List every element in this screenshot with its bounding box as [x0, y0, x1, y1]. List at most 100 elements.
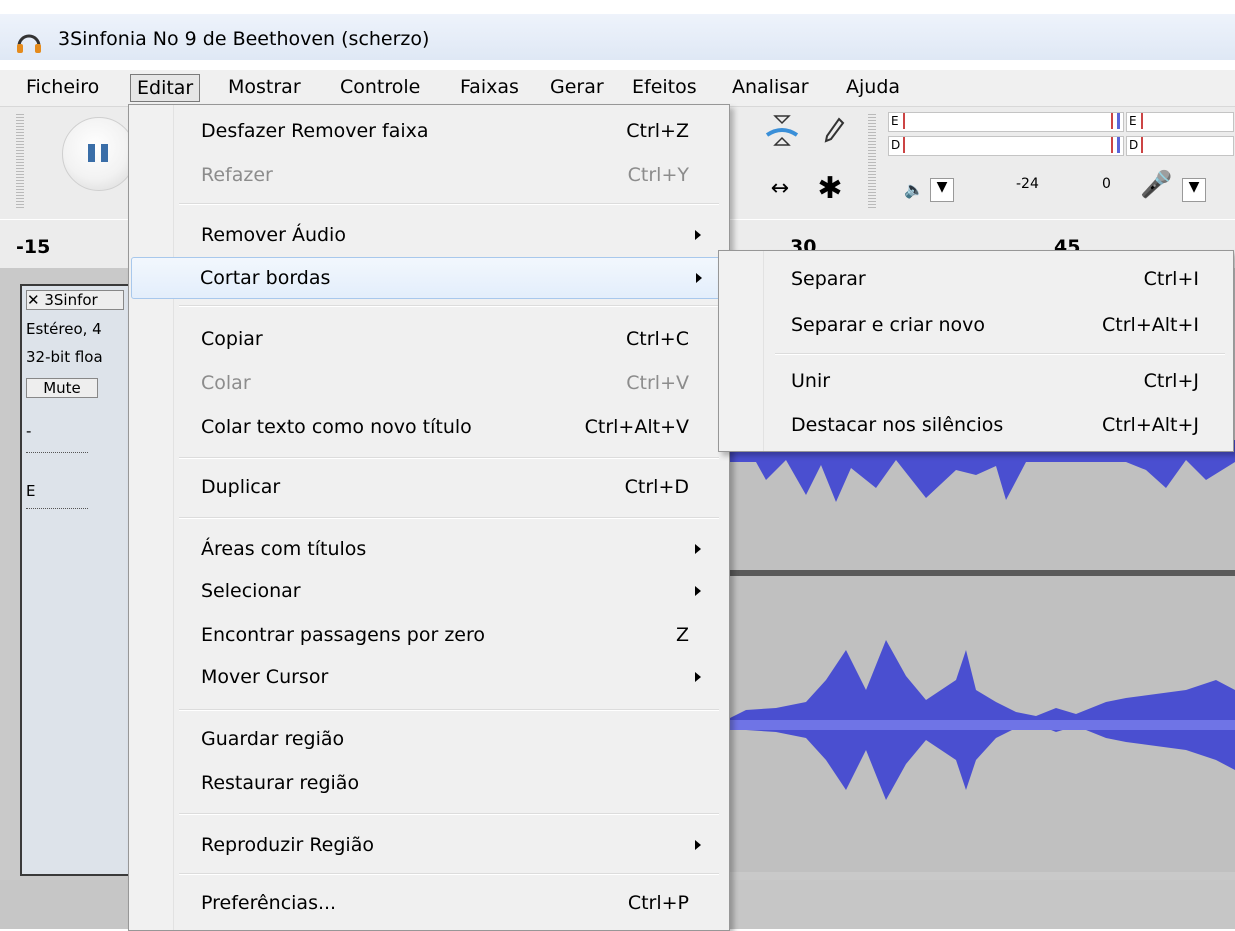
menu-item-label: Copiar — [201, 328, 263, 350]
title-bar: 3Sinfonia No 9 de Beethoven (scherzo) — [0, 14, 1235, 60]
menu-item-remove-audio[interactable]: Remover Áudio — [133, 215, 725, 255]
menu-item-label: Colar texto como novo título — [201, 416, 472, 438]
menu-item-label: Desfazer Remover faixa — [201, 120, 429, 142]
menu-item-undo[interactable]: Desfazer Remover faixa Ctrl+Z — [133, 111, 725, 151]
toolbar-grip[interactable] — [16, 112, 24, 208]
menu-item-move-cursor[interactable]: Mover Cursor — [133, 657, 725, 697]
menu-item-restore-region[interactable]: Restaurar região — [133, 763, 725, 803]
menu-faixas[interactable]: Faixas — [454, 74, 525, 100]
meter-grip[interactable] — [868, 112, 876, 208]
submenu-item-split[interactable]: Separar Ctrl+I — [723, 257, 1229, 301]
playback-meter-dropdown[interactable]: ▼ — [930, 178, 954, 202]
menu-item-label: Remover Áudio — [201, 224, 346, 246]
menu-item-label: Áreas com títulos — [201, 538, 367, 560]
menu-item-duplicate[interactable]: Duplicar Ctrl+D — [133, 467, 725, 507]
menu-item-shortcut: Ctrl+I — [1143, 268, 1199, 290]
menu-item-select[interactable]: Selecionar — [133, 571, 725, 611]
menu-item-shortcut: Ctrl+Alt+V — [584, 416, 689, 438]
submenu-item-join[interactable]: Unir Ctrl+J — [723, 359, 1229, 403]
waveform-view[interactable] — [726, 440, 1235, 872]
menu-item-copy[interactable]: Copiar Ctrl+C — [133, 319, 725, 359]
menu-item-label: Reproduzir Região — [201, 834, 374, 856]
submenu-arrow-icon — [696, 273, 702, 283]
menu-item-cut-edges[interactable]: Cortar bordas — [131, 257, 727, 299]
menu-item-label: Guardar região — [201, 728, 345, 750]
record-meter-dropdown[interactable]: ▼ — [1182, 178, 1206, 202]
cut-edges-submenu: Separar Ctrl+I Separar e criar novo Ctrl… — [718, 250, 1234, 452]
meter-left-label: E — [891, 114, 899, 128]
submenu-arrow-icon — [695, 672, 701, 682]
menu-item-shortcut: Ctrl+J — [1143, 370, 1199, 392]
close-track-icon[interactable]: ✕ — [27, 291, 40, 309]
menu-item-find-zero-crossings[interactable]: Encontrar passagens por zero Z — [133, 615, 725, 655]
gain-slider[interactable] — [26, 444, 88, 453]
microphone-icon[interactable]: 🎤 — [1140, 170, 1172, 200]
menu-gerar[interactable]: Gerar — [544, 74, 610, 100]
menu-mostrar[interactable]: Mostrar — [222, 74, 307, 100]
menu-item-label: Unir — [791, 370, 831, 392]
menu-item-label: Mover Cursor — [201, 666, 329, 688]
menu-item-shortcut: Ctrl+Z — [626, 120, 689, 142]
submenu-item-split-new[interactable]: Separar e criar novo Ctrl+Alt+I — [723, 303, 1229, 347]
pan-slider[interactable] — [26, 500, 88, 509]
menu-ficheiro[interactable]: Ficheiro — [20, 74, 105, 100]
menu-item-label: Separar e criar novo — [791, 314, 986, 336]
menu-bar: Ficheiro Editar Mostrar Controle Faixas … — [0, 70, 1235, 107]
record-meter-left-label: E — [1129, 114, 1137, 128]
envelope-tool-icon[interactable] — [764, 112, 800, 148]
record-meter-left: E — [1126, 112, 1234, 132]
multi-tool-icon[interactable]: ✱ — [812, 170, 848, 206]
track-info-channels: Estéreo, 4 — [26, 320, 102, 338]
db-label: -24 — [1016, 176, 1039, 192]
pencil-icon[interactable] — [816, 112, 852, 148]
mute-button[interactable]: Mute — [26, 378, 98, 398]
menu-item-preferences[interactable]: Preferências... Ctrl+P — [133, 883, 725, 923]
waveform — [726, 440, 1235, 800]
menu-item-label: Encontrar passagens por zero — [201, 624, 486, 646]
menu-item-paste: Colar Ctrl+V — [133, 363, 725, 403]
menu-efeitos[interactable]: Efeitos — [626, 74, 703, 100]
menu-editar[interactable]: Editar — [130, 74, 201, 102]
menu-ajuda[interactable]: Ajuda — [840, 74, 906, 100]
playback-meter-right: D — [888, 136, 1124, 156]
track-name[interactable]: 3Sinfor — [44, 291, 97, 309]
menu-controle[interactable]: Controle — [334, 74, 426, 100]
menu-item-shortcut: Ctrl+P — [627, 892, 689, 914]
menu-item-label: Duplicar — [201, 476, 281, 498]
menu-item-label: Colar — [201, 372, 251, 394]
playback-meter-left: E — [888, 112, 1124, 132]
menu-item-label: Restaurar região — [201, 772, 360, 794]
menu-item-play-region[interactable]: Reproduzir Região — [133, 825, 725, 865]
menu-analisar[interactable]: Analisar — [726, 74, 815, 100]
menu-item-label: Separar — [791, 268, 866, 290]
speaker-icon[interactable]: 🔈 — [904, 180, 924, 199]
menu-item-save-region[interactable]: Guardar região — [133, 719, 725, 759]
menu-item-shortcut: Ctrl+Alt+I — [1102, 314, 1199, 336]
window-title: 3Sinfonia No 9 de Beethoven (scherzo) — [58, 28, 430, 50]
pan-slider-label: E — [26, 482, 36, 500]
gain-slider-label: - — [26, 422, 32, 440]
zero-label: 0 — [1102, 176, 1111, 192]
track-name-bar[interactable]: ✕ 3Sinfor — [26, 290, 124, 310]
submenu-item-detach-at-silences[interactable]: Destacar nos silêncios Ctrl+Alt+J — [723, 403, 1229, 447]
ruler-label: -15 — [16, 236, 51, 258]
track-info-format: 32-bit floa — [26, 348, 103, 366]
menu-item-shortcut: Ctrl+V — [626, 372, 689, 394]
menu-item-label: Preferências... — [201, 892, 337, 914]
menu-item-shortcut: Ctrl+Alt+J — [1102, 414, 1199, 436]
submenu-arrow-icon — [695, 840, 701, 850]
menu-item-label: Destacar nos silêncios — [791, 414, 1004, 436]
headphones-icon — [17, 34, 41, 53]
edit-menu: Desfazer Remover faixa Ctrl+Z Refazer Ct… — [128, 104, 730, 931]
menu-item-paste-text-new-label[interactable]: Colar texto como novo título Ctrl+Alt+V — [133, 407, 725, 447]
menu-item-labeled-areas[interactable]: Áreas com títulos — [133, 529, 725, 569]
track-control-panel: ✕ 3Sinfor Estéreo, 4 32-bit floa Mute - … — [20, 284, 132, 876]
menu-item-shortcut: Z — [675, 624, 689, 646]
submenu-arrow-icon — [695, 544, 701, 554]
record-meter-right: D — [1126, 136, 1234, 156]
timeshift-icon[interactable]: ↔ — [762, 170, 798, 206]
menu-item-shortcut: Ctrl+Y — [627, 164, 689, 186]
menu-item-label: Cortar bordas — [200, 267, 331, 289]
pause-button[interactable] — [62, 117, 136, 191]
menu-item-label: Refazer — [201, 164, 273, 186]
